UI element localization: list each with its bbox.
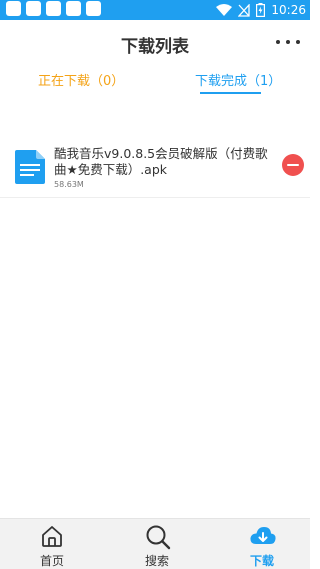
nav-item-home[interactable]: 首页 [22,523,82,569]
more-dots-icon [296,40,300,44]
cloud-download-icon [250,527,276,544]
tab-downloading[interactable]: 正在下载（0） [38,70,124,89]
nav-item-download[interactable]: 下载 [232,523,292,569]
wifi-icon [216,4,233,16]
nav-item-search[interactable]: 搜索 [127,523,187,569]
page-title: 下载列表 [121,37,189,57]
nav-label-search: 搜索 [144,554,169,568]
notification-icons [6,1,101,16]
bottom-nav: 首页 搜索 下载 [0,518,310,569]
header: 下载列表 [0,20,310,66]
system-status: 10:26 [216,0,306,20]
document-icon [15,150,45,184]
download-list-screen: 10:26 下载列表 正在下载（0） 下载完成（1） 酷我音乐v9.0.8.5会… [0,0,310,569]
status-bar: 10:26 [0,0,310,20]
nav-label-download: 下载 [249,554,274,568]
more-dots-icon [286,40,290,44]
app-icon [86,1,101,16]
active-tab-indicator [200,92,261,94]
more-button[interactable] [276,34,300,50]
no-signal-icon [238,3,251,17]
tab-completed[interactable]: 下载完成（1） [195,70,281,89]
app-icon [26,1,41,16]
clock: 10:26 [271,3,306,17]
list-item[interactable]: 酷我音乐v9.0.8.5会员破解版（付费歌曲★免费下载）.apk 58.63M [0,140,310,198]
delete-icon [287,164,299,166]
search-icon [146,525,171,550]
app-icon [66,1,81,16]
battery-charging-icon [256,3,266,17]
nav-label-home: 首页 [39,554,64,568]
home-icon [42,526,62,547]
download-tabs: 正在下载（0） 下载完成（1） [0,66,310,98]
file-size: 58.63M [54,180,84,189]
app-icon [6,1,21,16]
file-name: 酷我音乐v9.0.8.5会员破解版（付费歌曲★免费下载）.apk [54,146,268,177]
app-icon [46,1,61,16]
more-dots-icon [276,40,280,44]
delete-button[interactable] [282,154,304,176]
